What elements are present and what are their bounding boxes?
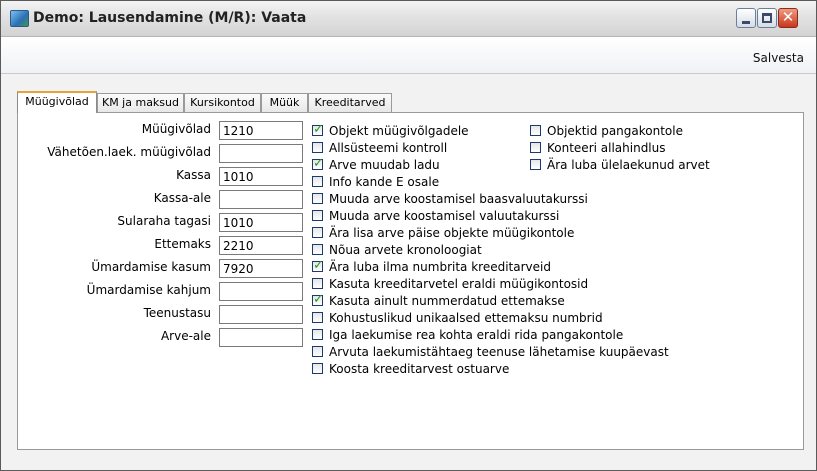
tab-panel-muugivolad: Müügivõlad Vähetõen.laek. müügivõlad Kas… [17, 112, 804, 450]
tab-muuk[interactable]: Müük [261, 93, 308, 112]
checkbox-box [530, 159, 541, 170]
checkmark-icon: ✓ [313, 258, 324, 273]
checkmark-icon: ✓ [313, 292, 324, 307]
checkbox-label: Kasuta ainult nummerdatud ettemakse [329, 294, 565, 308]
minimize-icon [742, 21, 750, 24]
checkbox-label: Nõua arvete kronoloogiat [329, 243, 482, 257]
field-label-vahetoen-laek: Vähetõen.laek. müügivõlad [47, 145, 211, 159]
checkbox-label: Muuda arve koostamisel baasvaluutakurssi [329, 192, 588, 206]
field-label-umardamise-kasum: Ümardamise kasum [91, 260, 211, 274]
checkbox-box [530, 142, 541, 153]
checkbox-label: Info kande E osale [329, 175, 440, 189]
checkbox-box [530, 125, 541, 136]
checkbox-box [312, 346, 323, 357]
checkbox-box: ✓ [312, 292, 324, 307]
field-label-kassa: Kassa [176, 168, 211, 182]
checkbox-label: Iga laekumise rea kohta eraldi rida pang… [329, 328, 624, 342]
checkbox-box [312, 329, 323, 340]
field-label-kassa-ale: Kassa-ale [153, 191, 211, 205]
close-icon: ✕ [781, 8, 795, 26]
field-label-ettemaks: Ettemaks [154, 237, 211, 251]
arve-ale-input[interactable] [219, 328, 303, 347]
checkmark-icon: ✓ [313, 122, 324, 137]
checkbox-label: Ära lisa arve päise objekte müügikontole [329, 226, 575, 240]
checkbox-box [312, 312, 323, 323]
title-bar[interactable]: Demo: Lausendamine (M/R): Vaata ✕ [1, 1, 816, 37]
field-label-teenustasu: Teenustasu [143, 306, 211, 320]
field-label-arve-ale: Arve-ale [160, 329, 211, 343]
checkbox-box [312, 227, 323, 238]
checkbox-box [312, 244, 323, 255]
checkbox-label: Muuda arve koostamisel valuutakurssi [329, 209, 560, 223]
field-label-muugivolad: Müügivõlad [141, 122, 211, 136]
checkbox-box: ✓ [312, 156, 324, 171]
checkbox-label: Arve muudab ladu [329, 158, 440, 172]
kassa-input[interactable] [219, 167, 303, 186]
umardamise-kahjum-input[interactable] [219, 282, 303, 301]
tab-km-ja-maksud[interactable]: KM ja maksud [97, 93, 184, 112]
checkbox-label: Kohustuslikud unikaalsed ettemaksu numbr… [329, 311, 603, 325]
ettemaks-input[interactable] [219, 236, 303, 255]
tab-muugivolad[interactable]: Müügivõlad [17, 91, 97, 113]
tab-kreeditarved[interactable]: Kreeditarved [308, 93, 392, 112]
close-button[interactable]: ✕ [778, 8, 798, 28]
checkbox-box [312, 193, 323, 204]
window-title: Demo: Lausendamine (M/R): Vaata [33, 10, 307, 26]
save-button[interactable]: Salvesta [753, 51, 804, 65]
minimize-button[interactable] [736, 8, 756, 28]
checkbox-label: Allsüsteemi kontroll [329, 141, 448, 155]
tab-kursikontod[interactable]: Kursikontod [184, 93, 261, 112]
checkbox-label: Ära luba ilma numbrita kreeditarveid [329, 260, 551, 274]
checkbox-label: Objekt müügivõlgadele [329, 124, 469, 138]
checkbox-label: Kasuta kreeditarvetel eraldi müügikontos… [329, 277, 589, 291]
maximize-button[interactable] [757, 8, 777, 28]
checkbox-box: ✓ [312, 122, 324, 137]
checkmark-icon: ✓ [313, 156, 324, 171]
checkbox-label: Arvuta laekumistähtaeg teenuse lähetamis… [329, 345, 669, 359]
vahetoen-laek-input[interactable] [219, 144, 303, 163]
toolbar: Salvesta [1, 37, 816, 74]
checkbox-label: Koosta kreeditarvest ostuarve [329, 362, 510, 376]
field-label-sularaha-tagasi: Sularaha tagasi [117, 214, 211, 228]
checkbox-box [312, 142, 323, 153]
app-window: Demo: Lausendamine (M/R): Vaata ✕ Salves… [0, 0, 817, 471]
kassa-ale-input[interactable] [219, 190, 303, 209]
maximize-icon [762, 13, 772, 23]
umardamise-kasum-input[interactable] [219, 259, 303, 278]
checkbox-label: Ära luba ülelaekunud arvet [547, 158, 710, 172]
checkbox-label: Objektid pangakontole [547, 124, 683, 138]
checkbox-box: ✓ [312, 258, 324, 273]
muugivolad-input[interactable] [219, 121, 303, 140]
checkbox-box [312, 210, 323, 221]
teenustasu-input[interactable] [219, 305, 303, 324]
sularaha-tagasi-input[interactable] [219, 213, 303, 232]
app-icon [10, 10, 29, 27]
field-label-umardamise-kahjum: Ümardamise kahjum [86, 283, 211, 297]
checkbox-box [312, 278, 323, 289]
checkbox-label: Konteeri allahindlus [547, 141, 666, 155]
checkbox-box [312, 363, 323, 374]
checkbox-box [312, 176, 323, 187]
